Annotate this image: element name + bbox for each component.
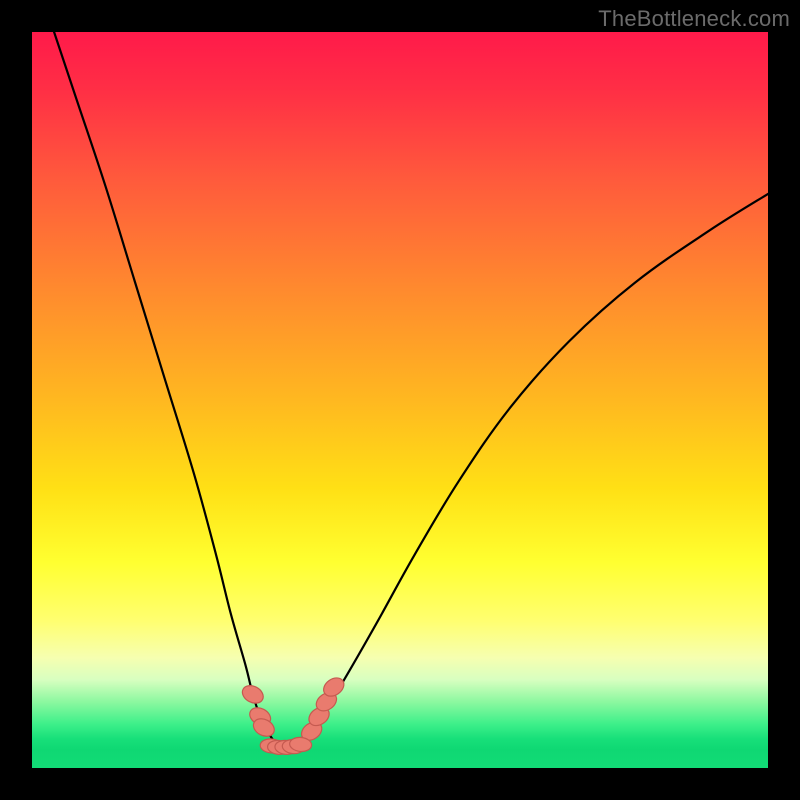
right-curve	[290, 194, 768, 747]
bead-marker	[239, 682, 266, 706]
chart-svg	[32, 32, 768, 768]
outer-frame: TheBottleneck.com	[0, 0, 800, 800]
left-curve	[54, 32, 282, 747]
watermark-text: TheBottleneck.com	[598, 6, 790, 32]
bead-markers	[239, 674, 347, 755]
plot-area	[32, 32, 768, 768]
